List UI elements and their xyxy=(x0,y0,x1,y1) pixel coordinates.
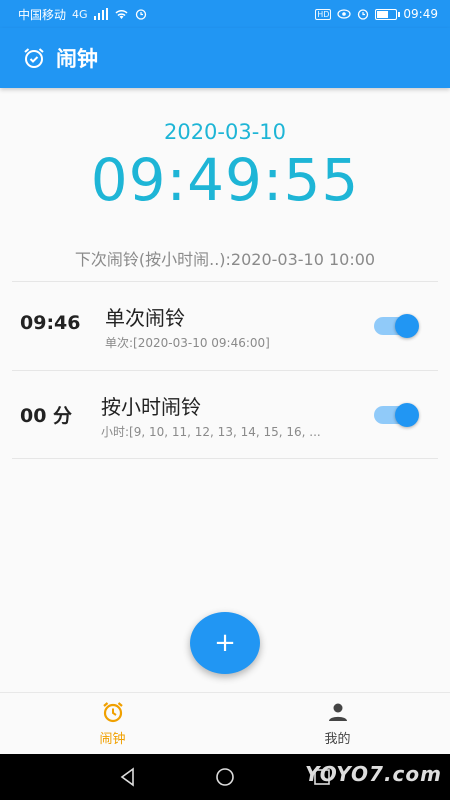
eye-icon xyxy=(337,9,352,19)
page-title: 闹钟 xyxy=(56,47,98,71)
alarm-item-hourly[interactable]: 00 分 按小时闹铃 小时:[9, 10, 11, 12, 13, 14, 15… xyxy=(12,370,438,459)
home-icon[interactable] xyxy=(214,766,236,788)
toggle-knob xyxy=(395,403,419,427)
current-date: 2020-03-10 xyxy=(163,120,287,144)
back-icon[interactable] xyxy=(117,766,139,788)
alarm-clock-icon xyxy=(102,702,123,723)
person-icon xyxy=(328,703,347,721)
carrier-text: 中国移动 xyxy=(18,7,67,22)
nav-item-mine[interactable]: 我的 xyxy=(225,693,450,754)
nav-label-mine: 我的 xyxy=(324,732,351,747)
toggle-knob xyxy=(395,314,419,338)
hd-icon: HD xyxy=(315,8,332,20)
alarm-clock-status-icon xyxy=(358,9,369,20)
alarm-name: 单次闹铃 xyxy=(105,306,185,330)
nav-item-alarm[interactable]: 闹钟 xyxy=(0,693,225,754)
alarm-time: 00 分 xyxy=(20,405,73,427)
alarm-clock-check-icon xyxy=(24,48,44,68)
app-bar: 闹钟 xyxy=(0,28,450,88)
signal-icon xyxy=(93,8,108,20)
battery-icon xyxy=(375,8,401,20)
status-bar: 中国移动 4G HD 09:49 xyxy=(0,0,450,28)
alarm-list: 09:46 单次闹铃 单次:[2020-03-10 09:46:00] 00 分… xyxy=(12,281,438,459)
alarm-time: 09:46 xyxy=(20,312,81,334)
alarm-name: 按小时闹铃 xyxy=(101,395,201,419)
alarm-toggle-hourly[interactable] xyxy=(374,403,419,427)
alarm-toggle-single[interactable] xyxy=(374,314,419,338)
current-time: 09:49:55 xyxy=(90,146,360,214)
wifi-icon xyxy=(115,10,128,19)
alarm-detail: 小时:[9, 10, 11, 12, 13, 14, 15, 16, ... xyxy=(101,425,321,439)
network-type: 4G xyxy=(72,7,88,21)
alarm-item-single[interactable]: 09:46 单次闹铃 单次:[2020-03-10 09:46:00] xyxy=(12,281,438,370)
next-alarm-text: 下次闹铃(按小时闹..):2020-03-10 10:00 xyxy=(74,250,376,269)
status-time: 09:49 xyxy=(403,7,438,21)
alarm-detail: 单次:[2020-03-10 09:46:00] xyxy=(105,336,270,350)
watermark-logo: YOYO7.com xyxy=(304,762,442,786)
nav-label-alarm: 闹钟 xyxy=(99,732,126,747)
bottom-nav: 闹钟 我的 xyxy=(0,692,450,754)
add-alarm-button[interactable]: + xyxy=(190,612,260,674)
alarm-icon xyxy=(135,9,146,20)
